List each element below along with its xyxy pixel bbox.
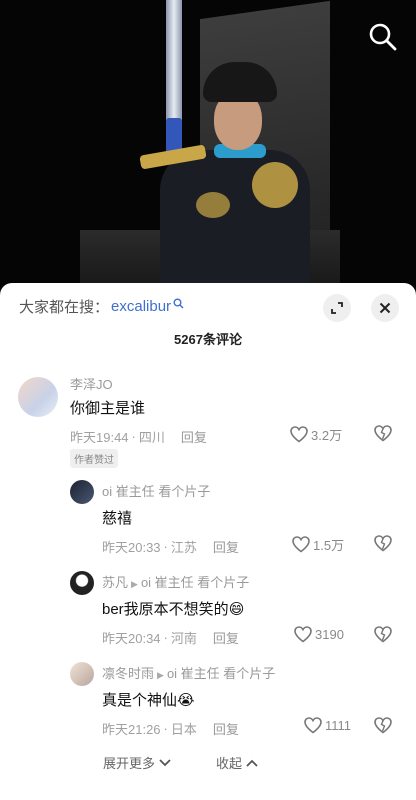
comment-count: 5267条评论	[174, 332, 242, 347]
avatar[interactable]	[70, 662, 94, 686]
like-count: 3190	[315, 627, 344, 642]
comment-username[interactable]: 李泽JO	[70, 374, 113, 393]
dislike-button[interactable]	[374, 535, 392, 557]
dislike-button[interactable]	[374, 626, 392, 648]
reply-username-line: 凛冬时雨 ▶ oi 崔主任 看个片子	[102, 663, 275, 682]
reply-to-username[interactable]: oi 崔主任 看个片子	[167, 666, 275, 681]
comment-text[interactable]: 你御主是谁	[70, 397, 145, 418]
avatar[interactable]	[70, 571, 94, 595]
reply-text-line[interactable]: ber我原本不想笑的😄	[102, 598, 244, 619]
reply-text[interactable]: 慈禧	[102, 507, 132, 528]
dislike-button[interactable]	[374, 717, 392, 739]
emoji-cry: 😭	[177, 692, 195, 709]
meta-separator: ·	[163, 630, 168, 645]
heart-icon	[294, 626, 312, 643]
reply-username[interactable]: 苏凡	[102, 575, 128, 590]
comment-meta: 昨天19:44 · 四川 回复	[70, 427, 207, 446]
like-count: 1.5万	[313, 538, 345, 553]
expand-button[interactable]	[323, 294, 351, 322]
hot-search-label: 大家都在搜：	[19, 298, 110, 316]
expand-more-label: 展开更多	[103, 756, 156, 771]
meta-separator: ·	[131, 429, 136, 444]
dislike-button[interactable]	[374, 425, 392, 447]
search-icon[interactable]	[173, 298, 184, 309]
reply-location: 河南	[170, 631, 197, 646]
chevron-down-icon	[159, 758, 171, 766]
reply-button[interactable]: 回复	[181, 427, 207, 446]
collapse-label: 收起	[216, 756, 243, 771]
reply-arrow-icon: ▶	[157, 670, 164, 680]
reply-location: 江苏	[170, 540, 197, 555]
chevron-up-icon	[246, 759, 258, 767]
comment-sheet: 大家都在搜： excalibur 5267条评论 李泽JO 你御主是谁 昨天19…	[0, 283, 416, 800]
reply-to-username[interactable]: oi 崔主任 看个片子	[141, 575, 249, 590]
reply-arrow-icon: ▶	[131, 579, 138, 589]
close-button[interactable]	[371, 294, 399, 322]
reply-meta: 昨天20:33 · 江苏 回复	[102, 537, 239, 556]
close-icon	[379, 302, 391, 314]
like-button[interactable]: 1.5万	[292, 535, 344, 554]
dislike-icon	[374, 535, 392, 552]
reply-username[interactable]: 凛冬时雨	[102, 666, 154, 681]
dislike-icon	[374, 717, 392, 734]
reply-username-line: 苏凡 ▶ oi 崔主任 看个片子	[102, 572, 249, 591]
reply-button[interactable]: 回复	[213, 719, 239, 738]
reply-button[interactable]: 回复	[213, 537, 239, 556]
avatar[interactable]	[18, 377, 58, 417]
emoji-smile: 😄	[228, 601, 245, 618]
like-count: 3.2万	[311, 428, 343, 443]
heart-icon	[290, 426, 308, 443]
heart-icon	[292, 536, 310, 553]
avatar[interactable]	[70, 480, 94, 504]
search-icon	[369, 23, 397, 51]
sheet-header: 大家都在搜： excalibur	[0, 283, 416, 329]
like-count: 1111	[325, 718, 352, 733]
reply-text: ber我原本不想笑的	[102, 601, 229, 618]
reply-time: 昨天21:26	[102, 722, 161, 737]
reply-meta: 昨天20:34 · 河南 回复	[102, 628, 239, 647]
hot-search-term-link[interactable]: excalibur	[111, 298, 171, 315]
collapse-button[interactable]: 收起	[216, 753, 259, 772]
reply-text: 真是个神仙	[102, 692, 178, 709]
reply-time: 昨天20:33	[102, 540, 161, 555]
comment-location: 四川	[138, 430, 165, 445]
search-button[interactable]	[368, 22, 398, 52]
reply-meta: 昨天21:26 · 日本 回复	[102, 719, 239, 738]
like-button[interactable]: 1111	[304, 717, 351, 734]
dislike-icon	[374, 425, 392, 442]
comment-time: 昨天19:44	[70, 430, 129, 445]
reply-location: 日本	[170, 722, 197, 737]
meta-separator: ·	[163, 539, 168, 554]
like-button[interactable]: 3190	[294, 626, 344, 643]
video-player[interactable]	[0, 0, 416, 300]
reply-button[interactable]: 回复	[213, 628, 239, 647]
video-robe-embroidery	[252, 162, 298, 208]
expand-icon	[331, 302, 343, 314]
author-liked-badge: 作者赞过	[70, 449, 118, 468]
dislike-icon	[374, 626, 392, 643]
video-robe-embroidery	[196, 192, 230, 218]
meta-separator: ·	[163, 721, 168, 736]
reply-text-line[interactable]: 真是个神仙😭	[102, 689, 195, 710]
heart-icon	[304, 717, 322, 734]
reply-time: 昨天20:34	[102, 631, 161, 646]
expand-more-button[interactable]: 展开更多	[103, 753, 172, 772]
reply-username[interactable]: oi 崔主任 看个片子	[102, 481, 210, 500]
like-button[interactable]: 3.2万	[290, 425, 342, 444]
replies-footer: 展开更多 收起	[103, 753, 259, 772]
